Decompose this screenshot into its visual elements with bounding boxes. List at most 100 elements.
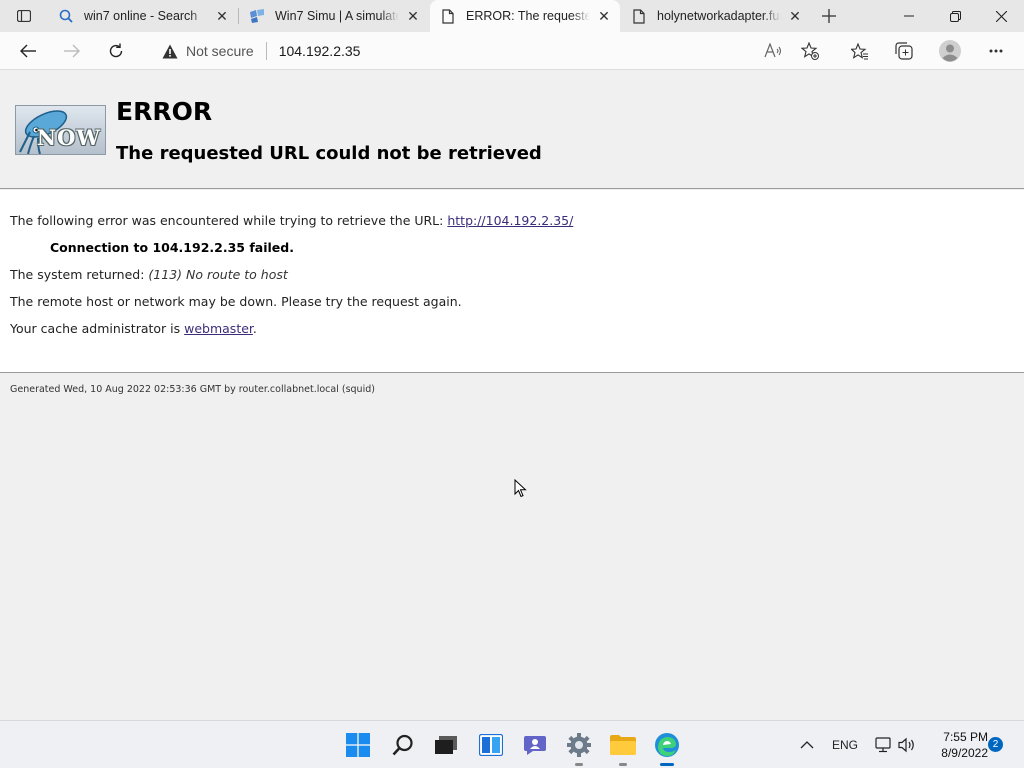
page-subtitle: The requested URL could not be retrieved bbox=[116, 143, 542, 164]
search-icon bbox=[392, 734, 413, 756]
read-aloud-icon bbox=[764, 43, 782, 58]
chevron-up-icon bbox=[800, 741, 814, 749]
webmaster-link[interactable]: webmaster bbox=[184, 321, 253, 336]
collections-button[interactable] bbox=[888, 35, 920, 67]
add-favorite-button[interactable] bbox=[794, 35, 826, 67]
page-title: ERROR bbox=[116, 97, 213, 126]
restore-icon bbox=[949, 10, 961, 22]
tab-actions-button[interactable] bbox=[8, 6, 40, 26]
clock-time: 7:55 PM bbox=[943, 730, 988, 744]
forward-arrow-icon bbox=[64, 44, 80, 58]
clock[interactable]: 7:55 PM 8/9/2022 bbox=[922, 729, 988, 761]
page-content: NOW ERROR The requested URL could not be… bbox=[0, 71, 1024, 720]
address-separator bbox=[265, 42, 267, 60]
address-bar[interactable]: Not secure 104.192.2.35 bbox=[146, 36, 832, 66]
win7-simu-icon bbox=[249, 8, 265, 24]
language-indicator[interactable]: ENG bbox=[832, 721, 858, 768]
security-label[interactable]: Not secure bbox=[186, 43, 254, 59]
close-tab-icon[interactable]: ✕ bbox=[212, 6, 232, 26]
minimize-icon bbox=[904, 15, 914, 17]
volume-icon[interactable] bbox=[898, 721, 916, 768]
connection-failed-text: Connection to 104.192.2.35 failed. bbox=[50, 240, 294, 255]
system-returned-value: (113) No route to host bbox=[148, 267, 288, 282]
chat-icon bbox=[524, 736, 546, 755]
restore-button[interactable] bbox=[932, 0, 978, 32]
refresh-button[interactable] bbox=[100, 35, 132, 67]
avatar-icon bbox=[939, 40, 961, 62]
active-indicator bbox=[660, 763, 674, 766]
close-tab-icon[interactable]: ✕ bbox=[594, 6, 614, 26]
tab-title: holynetworkadapter.fun bbox=[657, 9, 781, 23]
widgets-icon bbox=[479, 734, 503, 756]
collections-icon bbox=[895, 42, 913, 60]
back-arrow-icon bbox=[20, 44, 36, 58]
tab-search[interactable]: win7 online - Search ✕ bbox=[48, 0, 238, 32]
close-icon bbox=[995, 10, 1007, 22]
tab-title: ERROR: The requested bbox=[466, 9, 590, 23]
edge-button[interactable] bbox=[651, 729, 683, 766]
error-intro: The following error was encountered whil… bbox=[10, 213, 573, 228]
folder-icon bbox=[610, 735, 636, 755]
tab-title: win7 online - Search bbox=[84, 9, 198, 23]
notification-badge[interactable]: 2 bbox=[988, 737, 1003, 752]
plus-icon bbox=[822, 9, 836, 23]
profile-button[interactable] bbox=[934, 35, 966, 67]
page-icon bbox=[631, 8, 647, 24]
url-text[interactable]: 104.192.2.35 bbox=[279, 43, 361, 59]
close-tab-icon[interactable]: ✕ bbox=[785, 6, 805, 26]
page-icon bbox=[440, 8, 456, 24]
settings-taskbar-button[interactable] bbox=[563, 729, 595, 766]
task-view-icon bbox=[435, 736, 457, 754]
minimize-button[interactable] bbox=[886, 0, 932, 32]
cache-admin-suffix: . bbox=[252, 321, 257, 336]
back-button[interactable] bbox=[12, 35, 44, 67]
error-header: NOW ERROR The requested URL could not be… bbox=[0, 71, 1024, 189]
star-add-icon bbox=[801, 42, 819, 60]
tab-win7-simu[interactable]: Win7 Simu | A simulator ✕ bbox=[239, 0, 429, 32]
tab-title: Win7 Simu | A simulator bbox=[275, 9, 399, 23]
widgets-button[interactable] bbox=[475, 729, 507, 761]
chat-button[interactable] bbox=[519, 729, 551, 761]
settings-more-button[interactable] bbox=[980, 35, 1012, 67]
clock-date: 8/9/2022 bbox=[941, 746, 988, 760]
more-icon bbox=[989, 49, 1003, 53]
refresh-icon bbox=[109, 43, 123, 58]
retrieve-url-link[interactable]: http://104.192.2.35/ bbox=[447, 213, 573, 228]
close-window-button[interactable] bbox=[978, 0, 1024, 32]
remote-host-text: The remote host or network may be down. … bbox=[10, 294, 462, 309]
windows-logo-icon bbox=[346, 733, 370, 757]
error-intro-text: The following error was encountered whil… bbox=[10, 213, 448, 228]
favorites-icon bbox=[851, 42, 868, 59]
task-view-button[interactable] bbox=[430, 729, 462, 761]
system-returned-label: The system returned: bbox=[10, 267, 149, 282]
mouse-cursor-icon bbox=[514, 479, 527, 498]
squid-logo: NOW bbox=[15, 105, 106, 155]
warning-icon[interactable] bbox=[160, 41, 180, 61]
network-icon[interactable] bbox=[874, 721, 892, 768]
taskbar-search-button[interactable] bbox=[387, 729, 419, 761]
forward-button[interactable] bbox=[56, 35, 88, 67]
start-button[interactable] bbox=[342, 729, 374, 761]
read-aloud-button[interactable] bbox=[757, 35, 789, 67]
close-tab-icon[interactable]: ✕ bbox=[403, 6, 423, 26]
tab-strip: win7 online - Search ✕ Win7 Simu | A sim… bbox=[0, 0, 1024, 32]
tab-holynetworkadapter[interactable]: holynetworkadapter.fun ✕ bbox=[621, 0, 811, 32]
cache-admin: Your cache administrator is webmaster. bbox=[10, 321, 257, 336]
edge-icon bbox=[655, 733, 679, 757]
tab-actions-icon bbox=[17, 10, 31, 22]
error-details: The following error was encountered whil… bbox=[0, 190, 1024, 373]
running-indicator bbox=[619, 763, 627, 766]
generated-footer: Generated Wed, 10 Aug 2022 02:53:36 GMT … bbox=[10, 384, 375, 395]
running-indicator bbox=[575, 763, 583, 766]
favorites-button[interactable] bbox=[844, 35, 876, 67]
cache-admin-text: Your cache administrator is bbox=[10, 321, 185, 336]
logo-text: NOW bbox=[36, 125, 101, 150]
tab-error[interactable]: ERROR: The requested ✕ bbox=[430, 0, 620, 32]
search-icon bbox=[58, 8, 74, 24]
file-explorer-button[interactable] bbox=[607, 729, 639, 766]
browser-toolbar: Not secure 104.192.2.35 bbox=[0, 32, 1024, 70]
taskbar: ENG 7:55 PM 8/9/2022 2 bbox=[0, 720, 1024, 768]
new-tab-button[interactable] bbox=[818, 5, 840, 27]
gear-icon bbox=[567, 733, 591, 757]
show-hidden-icons-button[interactable] bbox=[800, 721, 814, 768]
